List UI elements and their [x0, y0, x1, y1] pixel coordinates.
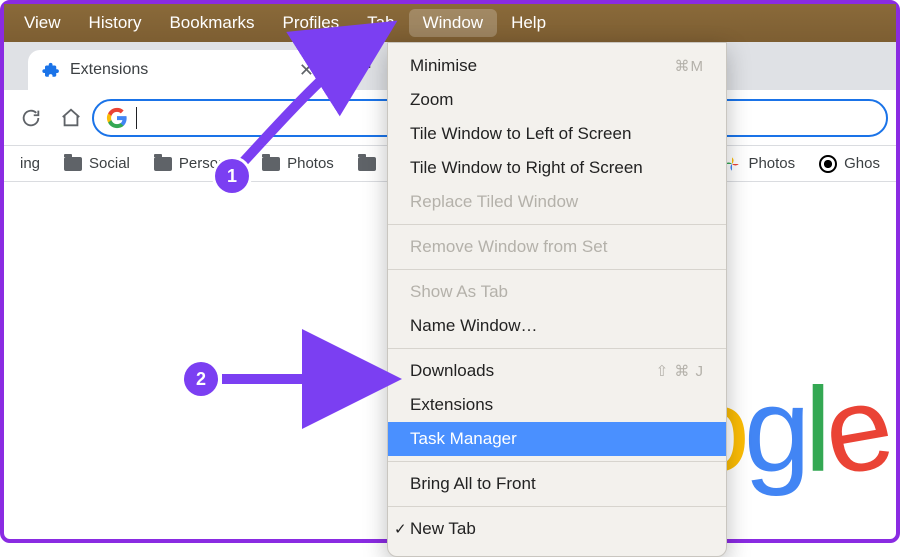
menu-item-label: Extensions — [410, 395, 493, 415]
annotation-badge-2: 2 — [184, 362, 218, 396]
bookmark-cut-left[interactable]: ing — [8, 155, 52, 172]
menu-item-label: Task Manager — [410, 429, 517, 449]
menu-separator — [388, 269, 726, 270]
menu-item-task-manager[interactable]: Task Manager — [388, 422, 726, 456]
tab2-initial: N — [360, 55, 372, 73]
menu-item-replace-tiled-window: Replace Tiled Window — [388, 185, 726, 219]
menu-view[interactable]: View — [10, 9, 75, 37]
folder-icon — [64, 157, 82, 171]
google-g-icon — [106, 107, 128, 129]
annotation-badge-1: 1 — [215, 159, 249, 193]
menu-item-label: Replace Tiled Window — [410, 192, 578, 212]
menu-item-label: Show As Tab — [410, 282, 508, 302]
menu-item-remove-window-from-set: Remove Window from Set — [388, 230, 726, 264]
menu-item-zoom[interactable]: Zoom — [388, 83, 726, 117]
menu-separator — [388, 224, 726, 225]
puzzle-piece-icon — [42, 61, 60, 79]
menu-item-label: Name Window… — [410, 316, 538, 336]
bookmark-folder-photos[interactable]: Photos — [250, 155, 346, 172]
tab-close-button[interactable]: ✕ — [299, 60, 314, 81]
bookmark-label: Ghos — [844, 155, 880, 172]
menu-profiles[interactable]: Profiles — [268, 9, 353, 37]
menu-item-label: Downloads — [410, 361, 494, 381]
menu-item-label: Zoom — [410, 90, 453, 110]
home-button[interactable] — [60, 107, 82, 129]
menu-item-tile-window-to-left-of-screen[interactable]: Tile Window to Left of Screen — [388, 117, 726, 151]
menu-shortcut: ⌘M — [675, 57, 705, 75]
bookmark-label: Photos — [748, 155, 795, 172]
loading-spinner-icon — [334, 55, 352, 73]
address-caret — [136, 107, 137, 129]
bookmark-folder-social[interactable]: Social — [52, 155, 142, 172]
tab-loading[interactable]: N — [334, 55, 372, 73]
menu-item-name-window[interactable]: Name Window… — [388, 309, 726, 343]
menu-item-new-tab[interactable]: ✓New Tab — [388, 512, 726, 546]
bookmark-ghostery[interactable]: Ghos — [807, 155, 892, 173]
folder-icon — [358, 157, 376, 171]
menu-bookmarks[interactable]: Bookmarks — [155, 9, 268, 37]
tab-title: Extensions — [70, 61, 148, 79]
menu-item-minimise[interactable]: Minimise ⌘M — [388, 49, 726, 83]
menu-item-label: New Tab — [410, 519, 476, 539]
menu-item-show-as-tab: Show As Tab — [388, 275, 726, 309]
menu-item-label: Bring All to Front — [410, 474, 536, 494]
annotation-arrow-2 — [214, 364, 404, 394]
menu-item-extensions[interactable]: Extensions — [388, 388, 726, 422]
menu-item-label: Tile Window to Right of Screen — [410, 158, 643, 178]
menu-separator — [388, 461, 726, 462]
menu-separator — [388, 506, 726, 507]
bookmark-label: Social — [89, 155, 130, 172]
folder-icon — [262, 157, 280, 171]
ghostery-icon — [819, 155, 837, 173]
menu-item-label: Minimise — [410, 56, 477, 76]
menu-item-label: Tile Window to Left of Screen — [410, 124, 631, 144]
window-menu-dropdown: Minimise ⌘M Zoom Tile Window to Left of Scr… — [387, 42, 727, 557]
menu-help[interactable]: Help — [497, 9, 560, 37]
menu-separator — [388, 348, 726, 349]
folder-icon — [154, 157, 172, 171]
menu-tab[interactable]: Tab — [353, 9, 408, 37]
tab-extensions[interactable]: Extensions ✕ — [28, 50, 328, 90]
reload-button[interactable] — [20, 107, 42, 129]
check-icon: ✓ — [394, 520, 410, 538]
menu-shortcut: ⇧ ⌘ J — [656, 362, 704, 380]
menu-window[interactable]: Window — [409, 9, 497, 37]
menu-item-downloads[interactable]: Downloads ⇧ ⌘ J — [388, 354, 726, 388]
bookmark-label: Photos — [287, 155, 334, 172]
menu-item-tile-window-to-right-of-screen[interactable]: Tile Window to Right of Screen — [388, 151, 726, 185]
menu-item-label: Remove Window from Set — [410, 237, 607, 257]
macos-menubar: View History Bookmarks Profiles Tab Wind… — [4, 4, 896, 42]
menu-item-bring-all-to-front[interactable]: Bring All to Front — [388, 467, 726, 501]
menu-history[interactable]: History — [75, 9, 156, 37]
